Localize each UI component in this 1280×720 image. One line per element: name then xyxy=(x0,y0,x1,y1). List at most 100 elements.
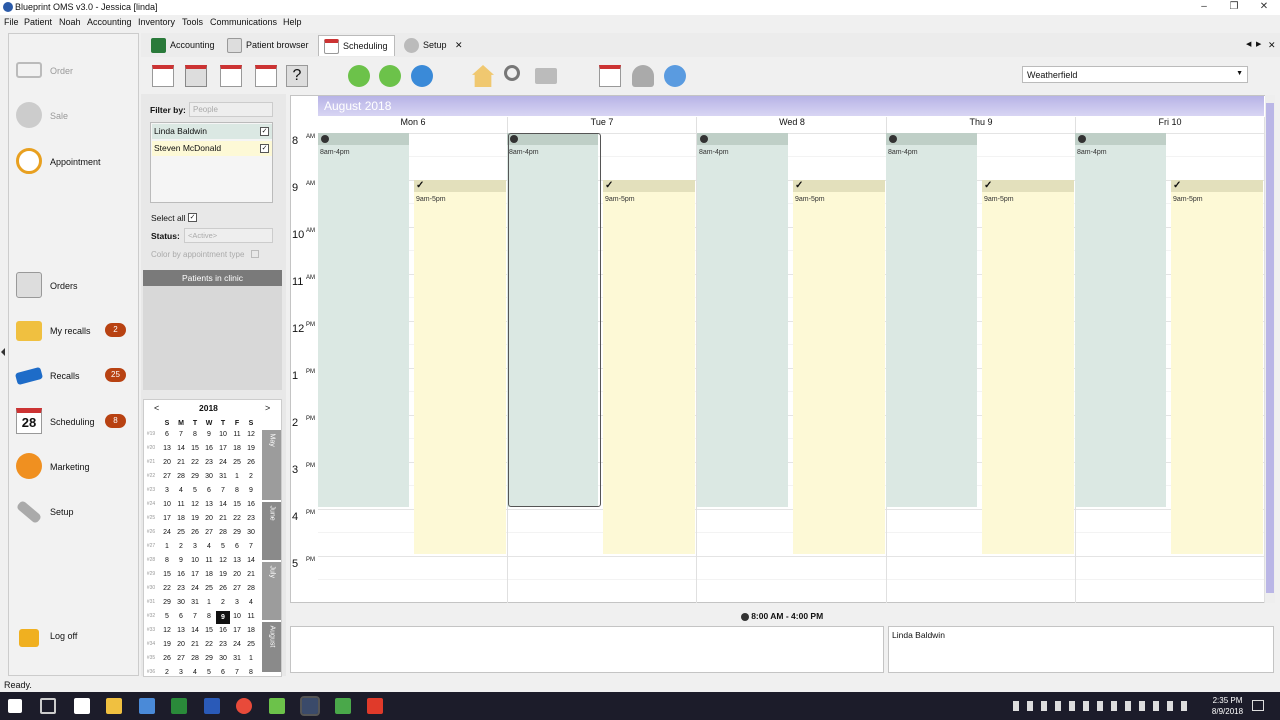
mini-calendar-day[interactable]: 13 xyxy=(160,445,174,452)
day-header[interactable]: Tue 7 xyxy=(507,117,697,127)
mini-calendar-day[interactable]: 21 xyxy=(174,459,188,466)
mini-calendar-day[interactable]: 11 xyxy=(244,613,258,620)
day-header[interactable]: Mon 6 xyxy=(318,117,508,127)
mini-calendar-day[interactable]: 6 xyxy=(230,543,244,550)
mini-calendar-day[interactable]: 30 xyxy=(202,473,216,480)
task-view-icon[interactable] xyxy=(40,698,56,714)
mini-calendar-day[interactable]: 16 xyxy=(202,445,216,452)
mini-calendar-day[interactable]: 28 xyxy=(174,473,188,480)
mini-calendar-day[interactable]: 24 xyxy=(188,585,202,592)
mini-calendar-day[interactable]: 27 xyxy=(160,473,174,480)
mini-calendar-day[interactable]: 12 xyxy=(188,501,202,508)
schedule-block-linda[interactable] xyxy=(697,133,788,507)
mini-calendar-day[interactable]: 27 xyxy=(202,529,216,536)
mini-calendar-day[interactable]: 21 xyxy=(244,571,258,578)
close-all-tabs-icon[interactable]: ✕ xyxy=(1268,40,1276,51)
work-week-view-icon[interactable] xyxy=(185,65,207,87)
calendar-scrollbar[interactable] xyxy=(1265,95,1275,603)
location-select[interactable]: Weatherfield ▼ xyxy=(1022,66,1248,83)
close-icon[interactable]: ✕ xyxy=(1249,0,1279,15)
tab-scroll-right-icon[interactable]: ▶ xyxy=(1256,40,1261,48)
system-tray-icons[interactable] xyxy=(1013,701,1189,711)
mini-calendar-day[interactable]: 9 xyxy=(202,431,216,438)
taskbar-app-icon[interactable] xyxy=(367,698,383,714)
schedule-block-steven[interactable] xyxy=(982,180,1074,554)
schedule-block-linda[interactable] xyxy=(318,133,409,507)
home-icon[interactable] xyxy=(472,65,494,87)
close-tab-icon[interactable]: ✕ xyxy=(455,40,463,51)
excel-icon[interactable] xyxy=(171,698,187,714)
mini-calendar-day[interactable]: 2 xyxy=(244,473,258,480)
user-settings-icon[interactable] xyxy=(632,65,654,87)
schedule-block-steven[interactable] xyxy=(793,180,885,554)
windows-start-icon[interactable] xyxy=(8,699,22,713)
mini-calendar-day[interactable]: 16 xyxy=(216,627,230,634)
mini-calendar-day[interactable]: 6 xyxy=(160,431,174,438)
mini-calendar-day[interactable]: 18 xyxy=(202,571,216,578)
mini-calendar-day[interactable]: 26 xyxy=(216,585,230,592)
sidebar-item-recalls[interactable]: Recalls 25 xyxy=(10,362,130,390)
mini-calendar-day[interactable]: 8 xyxy=(160,557,174,564)
mini-calendar-day[interactable]: 20 xyxy=(174,641,188,648)
mini-calendar-day[interactable]: 6 xyxy=(174,613,188,620)
tab-scroll-left-icon[interactable]: ◀ xyxy=(1246,40,1251,48)
mini-calendar-day[interactable]: 24 xyxy=(216,459,230,466)
sidebar-item-orders[interactable]: Orders xyxy=(10,272,130,300)
file-explorer-icon[interactable] xyxy=(106,698,122,714)
person-steven-mcdonald[interactable]: Steven McDonald ✓ xyxy=(152,141,272,156)
mini-calendar-day[interactable]: 14 xyxy=(244,557,258,564)
mini-calendar-day[interactable]: 24 xyxy=(160,529,174,536)
tab-accounting[interactable]: Accounting xyxy=(146,35,218,56)
mini-calendar-day[interactable]: 31 xyxy=(188,599,202,606)
mini-calendar-day[interactable]: 29 xyxy=(188,473,202,480)
mini-calendar-day[interactable]: 3 xyxy=(188,543,202,550)
taskbar-clock[interactable]: 2:35 PM 8/9/2018 xyxy=(1200,695,1255,717)
mini-calendar-day[interactable]: 8 xyxy=(202,613,216,620)
schedule-block-linda[interactable] xyxy=(886,133,977,507)
mini-calendar-day[interactable]: 20 xyxy=(202,515,216,522)
mini-calendar-prev[interactable]: < xyxy=(154,403,159,413)
mini-calendar-day[interactable]: 13 xyxy=(174,627,188,634)
mini-calendar-day[interactable]: 26 xyxy=(244,459,258,466)
mini-calendar-day[interactable]: 20 xyxy=(160,459,174,466)
mini-calendar-day[interactable]: 7 xyxy=(174,431,188,438)
mini-calendar-day[interactable]: 8 xyxy=(244,669,258,676)
mini-calendar-day[interactable]: 20 xyxy=(230,571,244,578)
status-select[interactable]: <Active> xyxy=(184,228,273,243)
sidebar-item-order[interactable]: Order xyxy=(10,57,130,85)
mini-calendar-day[interactable]: 4 xyxy=(244,599,258,606)
mini-calendar-day[interactable]: 7 xyxy=(244,543,258,550)
mini-calendar-day[interactable]: 23 xyxy=(216,641,230,648)
mini-calendar-day[interactable]: 7 xyxy=(230,669,244,676)
globe-icon[interactable] xyxy=(664,65,686,87)
mini-calendar-next[interactable]: > xyxy=(265,403,270,413)
filter-by-select[interactable]: People xyxy=(189,102,273,117)
mini-calendar-day[interactable]: 21 xyxy=(216,515,230,522)
taskbar-app-icon[interactable] xyxy=(74,698,90,714)
mini-calendar-day[interactable]: 2 xyxy=(160,669,174,676)
mini-calendar-day[interactable]: 1 xyxy=(244,655,258,662)
maximize-icon[interactable]: ❐ xyxy=(1219,0,1249,15)
mini-calendar-day[interactable]: 10 xyxy=(216,431,230,438)
mini-calendar-day[interactable]: 1 xyxy=(160,543,174,550)
help-icon[interactable]: ? xyxy=(286,65,308,87)
sidebar-item-appointment[interactable]: Appointment xyxy=(10,148,130,176)
print-icon[interactable] xyxy=(535,68,557,84)
mini-calendar-day[interactable]: 10 xyxy=(230,613,244,620)
mini-calendar-day[interactable]: 2 xyxy=(174,543,188,550)
chrome-icon[interactable] xyxy=(236,698,252,714)
taskbar-app-icon[interactable] xyxy=(269,698,285,714)
mini-calendar-day[interactable]: 18 xyxy=(174,515,188,522)
mini-calendar-day[interactable]: 14 xyxy=(216,501,230,508)
scrollbar-thumb[interactable] xyxy=(1266,103,1274,593)
mini-calendar-day[interactable]: 23 xyxy=(174,585,188,592)
search-icon[interactable] xyxy=(504,65,520,81)
mini-calendar-day[interactable]: 2 xyxy=(216,599,230,606)
mini-calendar-day[interactable]: 29 xyxy=(202,655,216,662)
mini-calendar-day[interactable]: 7 xyxy=(216,487,230,494)
mini-calendar-day[interactable]: 24 xyxy=(230,641,244,648)
mini-calendar-day[interactable]: 28 xyxy=(188,655,202,662)
select-all-checkbox[interactable]: ✓ xyxy=(188,213,197,222)
menu-file[interactable]: File xyxy=(4,17,19,27)
day-header[interactable]: Thu 9 xyxy=(886,117,1076,127)
